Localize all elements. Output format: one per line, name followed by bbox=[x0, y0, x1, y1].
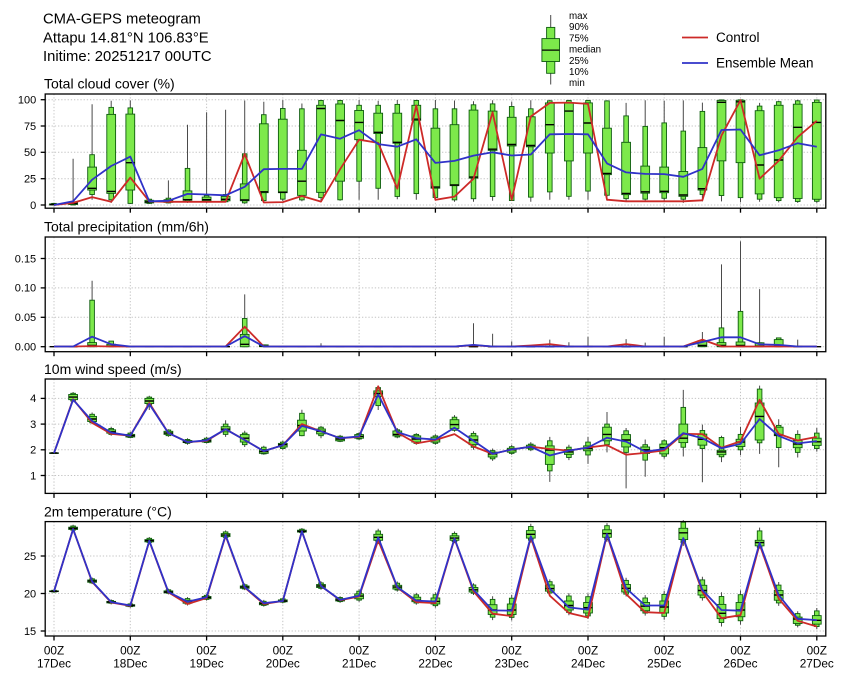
svg-text:3: 3 bbox=[30, 419, 36, 431]
svg-text:Attapu 14.81°N 106.83°E: Attapu 14.81°N 106.83°E bbox=[43, 30, 209, 46]
svg-text:100: 100 bbox=[18, 95, 36, 107]
svg-text:Total precipitation (mm/6h): Total precipitation (mm/6h) bbox=[44, 219, 209, 235]
svg-text:Control: Control bbox=[716, 30, 760, 45]
svg-text:25: 25 bbox=[24, 174, 36, 186]
svg-text:20Dec: 20Dec bbox=[266, 657, 300, 671]
svg-text:00Z: 00Z bbox=[120, 644, 140, 658]
svg-text:00Z: 00Z bbox=[349, 644, 369, 658]
svg-text:min: min bbox=[569, 78, 585, 89]
svg-text:Initime: 20251217 00UTC: Initime: 20251217 00UTC bbox=[43, 49, 212, 65]
svg-text:0: 0 bbox=[30, 200, 36, 212]
svg-text:00Z: 00Z bbox=[807, 644, 827, 658]
svg-text:2m temperature (°C): 2m temperature (°C) bbox=[44, 504, 172, 520]
svg-text:25Dec: 25Dec bbox=[647, 657, 681, 671]
svg-text:21Dec: 21Dec bbox=[342, 657, 376, 671]
svg-text:0.15: 0.15 bbox=[15, 253, 36, 265]
svg-text:75%: 75% bbox=[569, 33, 589, 44]
svg-text:0.00: 0.00 bbox=[15, 342, 36, 354]
svg-text:2: 2 bbox=[30, 445, 36, 457]
svg-text:00Z: 00Z bbox=[654, 644, 674, 658]
svg-text:15: 15 bbox=[24, 626, 36, 638]
svg-text:00Z: 00Z bbox=[44, 644, 64, 658]
svg-text:Ensemble Mean: Ensemble Mean bbox=[716, 56, 814, 71]
svg-text:10%: 10% bbox=[569, 67, 589, 78]
svg-text:25%: 25% bbox=[569, 56, 589, 67]
svg-text:00Z: 00Z bbox=[196, 644, 216, 658]
svg-text:00Z: 00Z bbox=[502, 644, 522, 658]
svg-text:max: max bbox=[569, 11, 588, 22]
svg-text:1: 1 bbox=[30, 470, 36, 482]
svg-text:20: 20 bbox=[24, 588, 36, 600]
svg-text:24Dec: 24Dec bbox=[571, 657, 605, 671]
svg-text:18Dec: 18Dec bbox=[113, 657, 147, 671]
svg-text:CMA-GEPS meteogram: CMA-GEPS meteogram bbox=[43, 12, 201, 28]
svg-text:00Z: 00Z bbox=[730, 644, 750, 658]
svg-text:17Dec: 17Dec bbox=[37, 657, 71, 671]
svg-text:26Dec: 26Dec bbox=[723, 657, 757, 671]
svg-text:4: 4 bbox=[30, 393, 36, 405]
svg-text:90%: 90% bbox=[569, 22, 589, 33]
svg-text:19Dec: 19Dec bbox=[190, 657, 224, 671]
svg-text:Total cloud cover (%): Total cloud cover (%) bbox=[44, 76, 175, 92]
svg-text:50: 50 bbox=[24, 147, 36, 159]
svg-text:00Z: 00Z bbox=[273, 644, 293, 658]
svg-text:00Z: 00Z bbox=[578, 644, 598, 658]
svg-text:median: median bbox=[569, 45, 601, 56]
svg-text:27Dec: 27Dec bbox=[800, 657, 834, 671]
svg-text:23Dec: 23Dec bbox=[495, 657, 529, 671]
svg-text:10m wind speed (m/s): 10m wind speed (m/s) bbox=[44, 361, 182, 377]
svg-text:75: 75 bbox=[24, 121, 36, 133]
svg-text:0.10: 0.10 bbox=[15, 283, 36, 295]
svg-text:00Z: 00Z bbox=[425, 644, 445, 658]
svg-text:22Dec: 22Dec bbox=[418, 657, 452, 671]
svg-text:25: 25 bbox=[24, 551, 36, 563]
svg-text:0.05: 0.05 bbox=[15, 312, 36, 324]
